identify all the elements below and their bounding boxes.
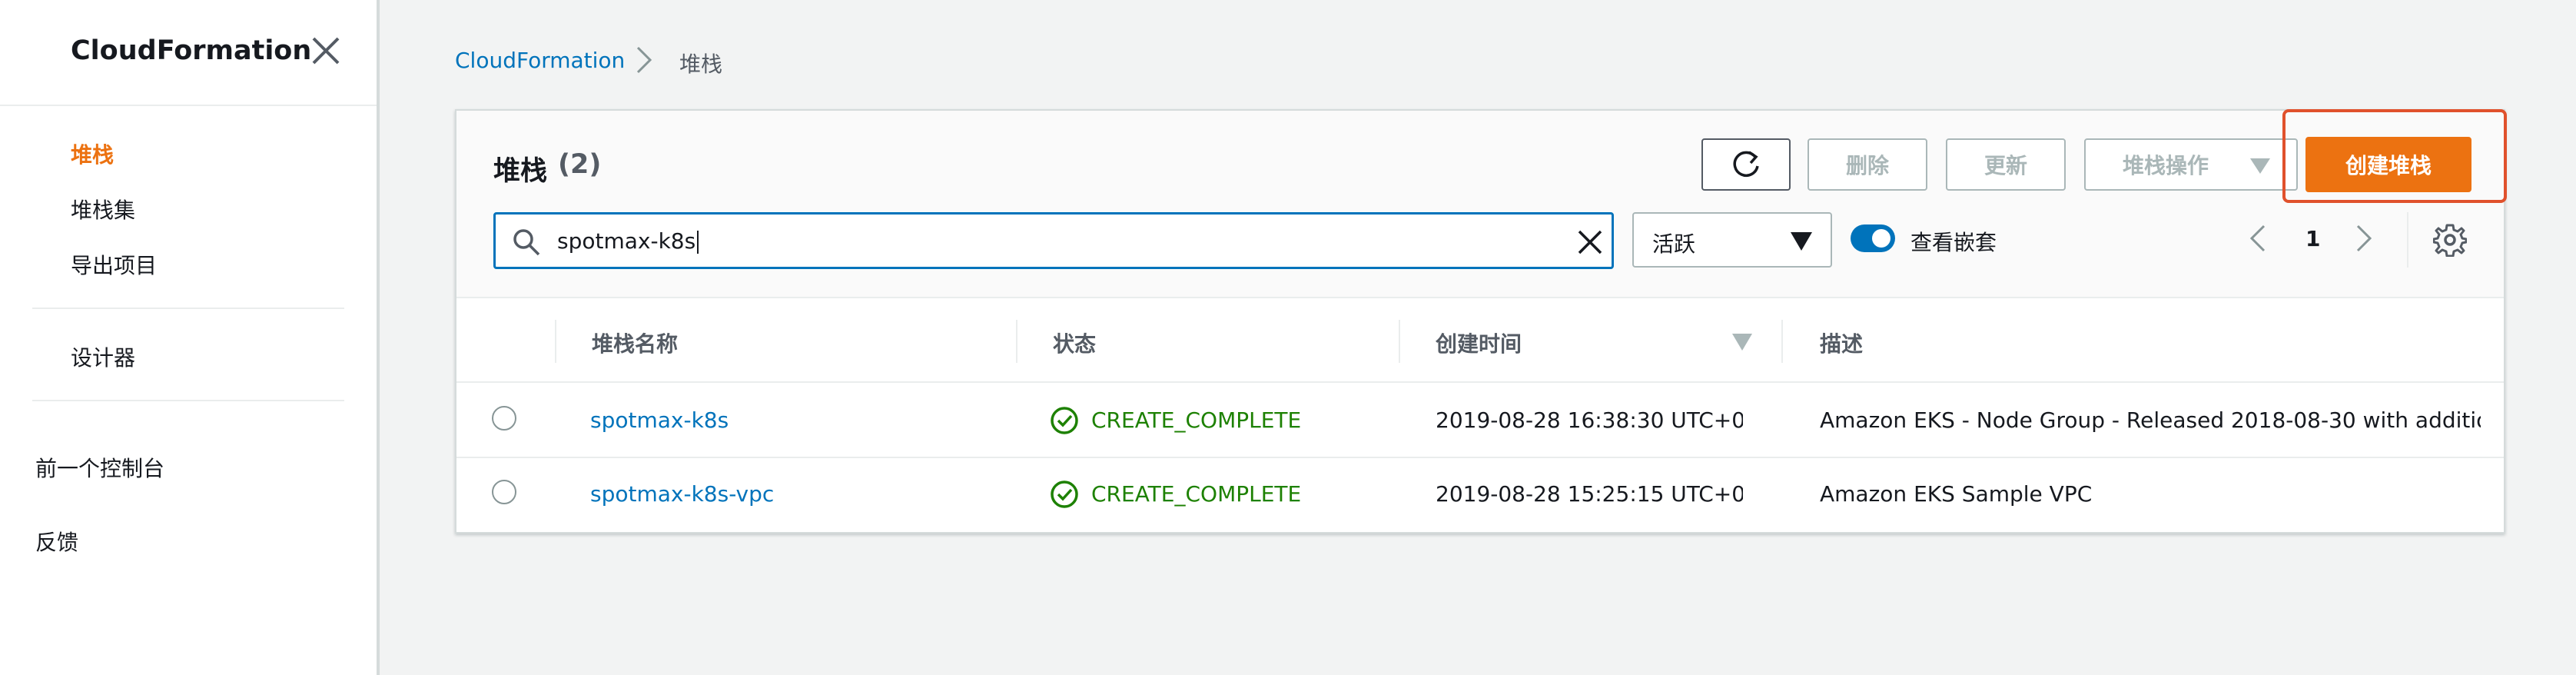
chevron-right-icon[interactable] <box>2355 223 2373 254</box>
stacks-panel: 堆栈 (2) 删除 更新 堆栈操作 创建堆栈 spotmax-k8s 活跃 查看… <box>455 109 2505 534</box>
refresh-button[interactable] <box>1701 138 1791 191</box>
stack-status: CREATE_COMPLETE <box>1091 481 1302 507</box>
search-icon <box>513 229 540 256</box>
panel-header: 堆栈 (2) 删除 更新 堆栈操作 创建堆栈 spotmax-k8s 活跃 查看… <box>456 111 2504 298</box>
sidebar-header: CloudFormation <box>0 0 377 106</box>
caret-down-icon <box>1791 232 1812 251</box>
highlight-annotation <box>2282 109 2507 203</box>
stack-description: Amazon EKS - Node Group - Released 2018-… <box>1820 407 2481 433</box>
column-divider <box>555 320 556 363</box>
column-header-description[interactable]: 描述 <box>1820 328 1863 358</box>
stack-description: Amazon EKS Sample VPC <box>1820 481 2093 507</box>
panel-title: 堆栈 <box>493 156 548 187</box>
page-number[interactable]: 1 <box>2305 226 2320 251</box>
caret-down-icon <box>2250 158 2270 174</box>
sidebar-item-feedback[interactable]: 反馈 <box>35 526 78 557</box>
column-divider <box>1781 320 1783 363</box>
column-header-status[interactable]: 状态 <box>1053 328 1096 358</box>
nested-toggle-label: 查看嵌套 <box>1910 230 1997 255</box>
gear-icon[interactable] <box>2433 223 2467 257</box>
column-header-created[interactable]: 创建时间 <box>1436 328 1522 358</box>
stack-actions-dropdown[interactable]: 堆栈操作 <box>2084 138 2298 191</box>
search-value: spotmax-k8s <box>557 228 699 254</box>
stack-name-link[interactable]: spotmax-k8s <box>590 407 729 433</box>
column-divider <box>1399 320 1400 363</box>
row-select-radio[interactable] <box>492 406 516 431</box>
stack-count: (2) <box>558 149 602 180</box>
breadcrumb-root[interactable]: CloudFormation <box>455 48 625 73</box>
close-icon[interactable] <box>309 34 343 68</box>
stack-actions-label: 堆栈操作 <box>2123 153 2209 178</box>
success-check-icon <box>1051 407 1078 434</box>
update-button[interactable]: 更新 <box>1946 138 2066 191</box>
sort-descending-icon[interactable] <box>1732 334 1752 351</box>
row-select-radio[interactable] <box>492 480 516 504</box>
delete-button[interactable]: 删除 <box>1808 138 1927 191</box>
stack-created-time: 2019-08-28 16:38:30 UTC+0… <box>1436 407 1743 433</box>
sidebar-item-stacks[interactable]: 堆栈 <box>71 138 114 169</box>
status-filter-value: 活跃 <box>1652 231 1696 257</box>
pager-divider <box>2407 212 2408 268</box>
clear-icon[interactable] <box>1575 227 1605 258</box>
sidebar-item-previous-console[interactable]: 前一个控制台 <box>35 452 164 483</box>
search-input[interactable]: spotmax-k8s <box>493 212 1614 269</box>
stack-created-time: 2019-08-28 15:25:15 UTC+0… <box>1436 481 1743 507</box>
row-divider <box>456 457 2504 458</box>
chevron-right-icon <box>636 46 652 74</box>
toggle-knob <box>1872 229 1891 248</box>
nested-toggle[interactable] <box>1851 224 1895 252</box>
status-filter-select[interactable]: 活跃 <box>1632 212 1832 268</box>
refresh-icon <box>1733 151 1759 178</box>
stack-status: CREATE_COMPLETE <box>1091 407 1302 433</box>
sidebar-item-exports[interactable]: 导出项目 <box>71 249 157 280</box>
sidebar: CloudFormation 堆栈 堆栈集 导出项目 设计器 前一个控制台 反馈 <box>0 0 380 675</box>
column-header-name[interactable]: 堆栈名称 <box>592 328 678 358</box>
column-divider <box>1016 320 1017 363</box>
success-check-icon <box>1051 480 1078 508</box>
sidebar-divider <box>32 308 344 309</box>
table-header-border <box>456 381 2504 383</box>
sidebar-divider <box>32 400 344 401</box>
sidebar-item-stacksets[interactable]: 堆栈集 <box>71 194 135 224</box>
stack-name-link[interactable]: spotmax-k8s-vpc <box>590 481 774 507</box>
breadcrumb-current: 堆栈 <box>679 52 723 77</box>
sidebar-title: CloudFormation <box>71 35 312 66</box>
sidebar-item-designer[interactable]: 设计器 <box>71 341 135 372</box>
chevron-left-icon[interactable] <box>2249 223 2267 254</box>
